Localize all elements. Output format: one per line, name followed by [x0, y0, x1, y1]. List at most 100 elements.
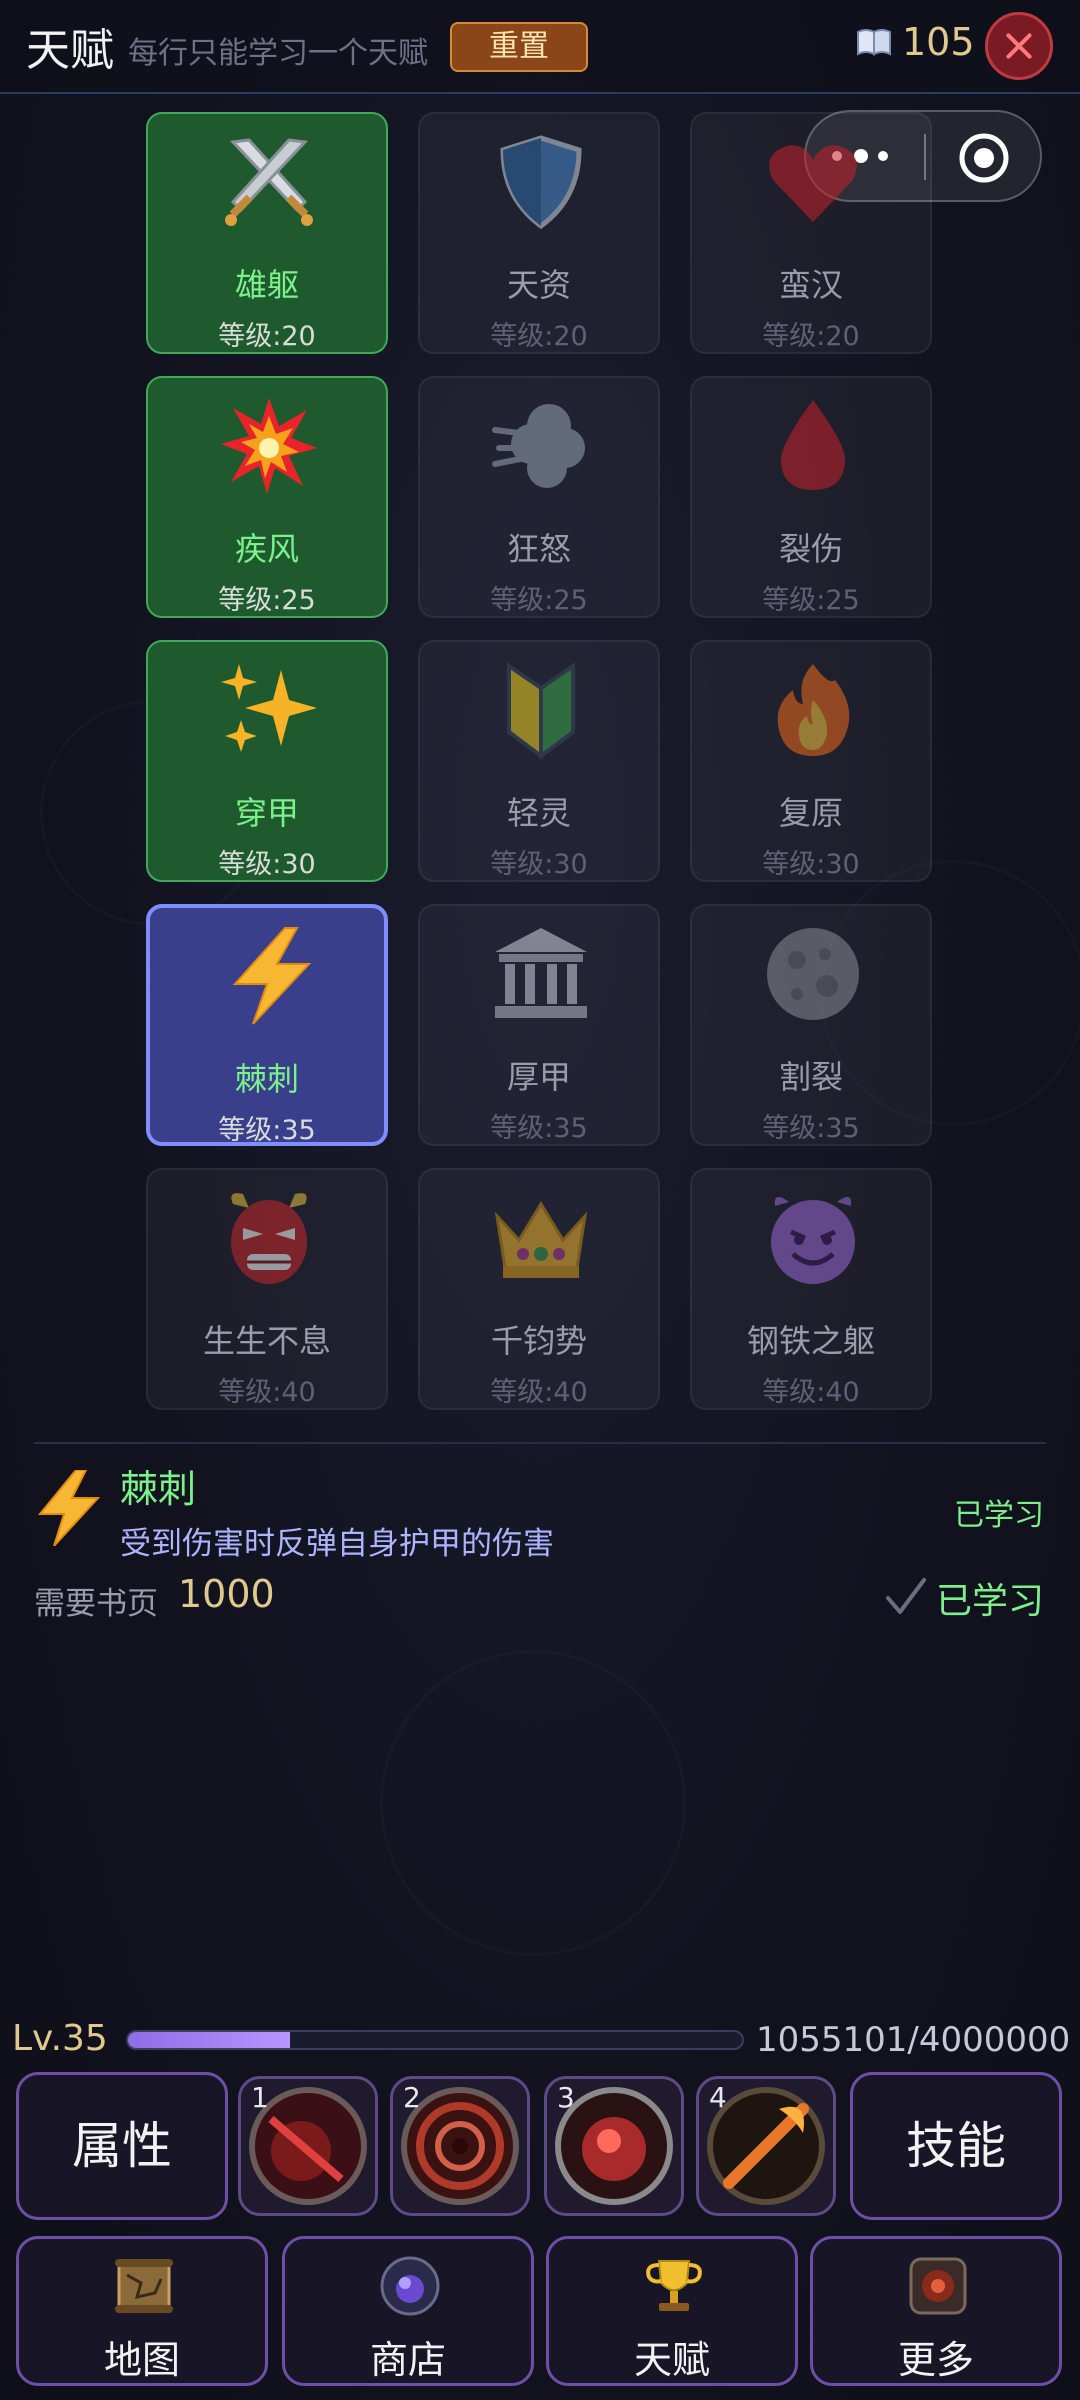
detail-status-text: 已学习: [954, 1498, 1044, 1533]
skill-slot-3[interactable]: 3: [544, 2076, 684, 2216]
talent-card[interactable]: 棘刺等级:35: [146, 904, 388, 1146]
talent-card[interactable]: 裂伤等级:25: [690, 376, 932, 618]
ogre-mask-icon: [219, 1188, 319, 1288]
talent-card[interactable]: 轻灵等级:30: [418, 640, 660, 882]
lightning-icon: [37, 1470, 101, 1546]
heart-icon: [763, 132, 863, 232]
nav-map-button[interactable]: 地图: [16, 2236, 268, 2386]
book-icon: [857, 29, 891, 56]
blood-drop-icon: [763, 396, 863, 496]
explosion-icon: [219, 396, 319, 496]
checkmark-icon: [886, 1578, 926, 1614]
talent-name: 蛮汉: [778, 266, 843, 304]
nav-shop-button[interactable]: 商店: [282, 2236, 534, 2386]
wind-icon: [491, 396, 591, 496]
header-bar: 天赋 每行只能学习一个天赋 重置 105: [0, 0, 1080, 94]
talent-level: 等级:20: [218, 321, 316, 352]
talent-level: 等级:35: [218, 1115, 316, 1146]
scroll-map-icon: [115, 2259, 173, 2313]
cost-value: 1000: [178, 1572, 275, 1616]
talent-level: 等级:20: [762, 321, 860, 352]
xp-progress-bar: [126, 2030, 744, 2050]
moon-icon: [763, 924, 863, 1024]
talent-name: 雄躯: [234, 266, 299, 304]
talent-name: 裂伤: [778, 530, 843, 568]
book-page-count: 105: [902, 20, 975, 64]
background-decoration: [380, 1650, 686, 1956]
close-button[interactable]: [985, 12, 1053, 80]
talent-name: 复原: [778, 794, 843, 832]
nav-talent-label: 天赋: [633, 2338, 710, 2382]
page-subtitle: 每行只能学习一个天赋: [128, 36, 428, 71]
section-divider: [34, 1442, 1046, 1444]
skill-slot-number: 2: [403, 2081, 421, 2114]
lightning-icon: [221, 926, 321, 1026]
talent-card[interactable]: 雄躯等级:20: [146, 112, 388, 354]
talent-level: 等级:40: [490, 1377, 588, 1408]
nav-talent-button[interactable]: 天赋: [546, 2236, 798, 2386]
talent-level: 等级:25: [762, 585, 860, 616]
trophy-icon: [646, 2260, 702, 2311]
talent-level: 等级:40: [762, 1377, 860, 1408]
talent-level: 等级:30: [490, 849, 588, 880]
fire-icon: [763, 660, 863, 760]
sparkles-icon: [219, 660, 319, 760]
reset-button[interactable]: 重置: [450, 22, 588, 72]
nav-map-label: 地图: [103, 2338, 180, 2382]
talent-card[interactable]: 生生不息等级:40: [146, 1168, 388, 1410]
skill-slot-2[interactable]: 2: [390, 2076, 530, 2216]
talent-name: 生生不息: [202, 1322, 331, 1360]
talent-name: 厚甲: [506, 1058, 571, 1096]
skill-slot-4[interactable]: 4: [696, 2076, 836, 2216]
classical-building-icon: [491, 924, 591, 1024]
nav-more-button[interactable]: 更多: [810, 2236, 1062, 2386]
xp-text: 1055101/4000000: [756, 2020, 1071, 2060]
talent-name: 疾风: [234, 530, 299, 568]
talent-card[interactable]: 蛮汉等级:20: [690, 112, 932, 354]
talent-name: 天资: [506, 266, 571, 304]
skill-slot-number: 4: [709, 2081, 727, 2114]
talent-card[interactable]: 割裂等级:35: [690, 904, 932, 1146]
magic-orb-icon: [380, 2256, 440, 2316]
talent-name: 棘刺: [234, 1060, 299, 1098]
attributes-button[interactable]: 属性: [16, 2072, 228, 2220]
talent-card[interactable]: 疾风等级:25: [146, 376, 388, 618]
devil-face-icon: [763, 1188, 863, 1288]
xp-progress-fill: [128, 2032, 291, 2048]
talent-name: 轻灵: [506, 794, 571, 832]
talent-card[interactable]: 厚甲等级:35: [418, 904, 660, 1146]
talent-card[interactable]: 千钧势等级:40: [418, 1168, 660, 1410]
exit-target-icon[interactable]: [958, 132, 1010, 184]
talent-name: 狂怒: [506, 530, 571, 568]
talent-level: 等级:30: [218, 849, 316, 880]
talent-card[interactable]: 狂怒等级:25: [418, 376, 660, 618]
talent-level: 等级:40: [218, 1377, 316, 1408]
gear-box-icon: [909, 2257, 967, 2315]
nav-more-label: 更多: [897, 2338, 974, 2382]
cost-label: 需要书页: [34, 1586, 158, 1622]
talent-card[interactable]: 钢铁之躯等级:40: [690, 1168, 932, 1410]
page-title: 天赋: [26, 25, 114, 76]
talent-card[interactable]: 天资 等级:20: [418, 112, 660, 354]
learned-button[interactable]: 已学习: [936, 1572, 1044, 1624]
detail-talent-name: 棘刺: [120, 1467, 197, 1511]
talent-level: 等级:35: [762, 1113, 860, 1144]
skill-slot-number: 3: [557, 2081, 575, 2114]
crossed-swords-icon: [219, 132, 319, 232]
talent-name: 割裂: [778, 1058, 843, 1096]
talent-card[interactable]: 穿甲等级:30: [146, 640, 388, 882]
talent-level: 等级:25: [218, 585, 316, 616]
talent-level: 等级:35: [490, 1113, 588, 1144]
talent-name: 千钧势: [490, 1322, 587, 1360]
skill-slot-1[interactable]: 1: [238, 2076, 378, 2216]
talent-name: 穿甲: [234, 794, 299, 832]
talent-level: 等级:30: [762, 849, 860, 880]
crown-icon: [491, 1188, 591, 1288]
talent-level: 等级:25: [490, 585, 588, 616]
talent-name: 钢铁之躯: [746, 1322, 875, 1360]
skill-slot-number: 1: [251, 2081, 269, 2114]
talent-card[interactable]: 复原等级:30: [690, 640, 932, 882]
beginner-leaf-icon: [491, 660, 591, 760]
skills-button[interactable]: 技能: [850, 2072, 1062, 2220]
shield-icon: [491, 132, 591, 232]
